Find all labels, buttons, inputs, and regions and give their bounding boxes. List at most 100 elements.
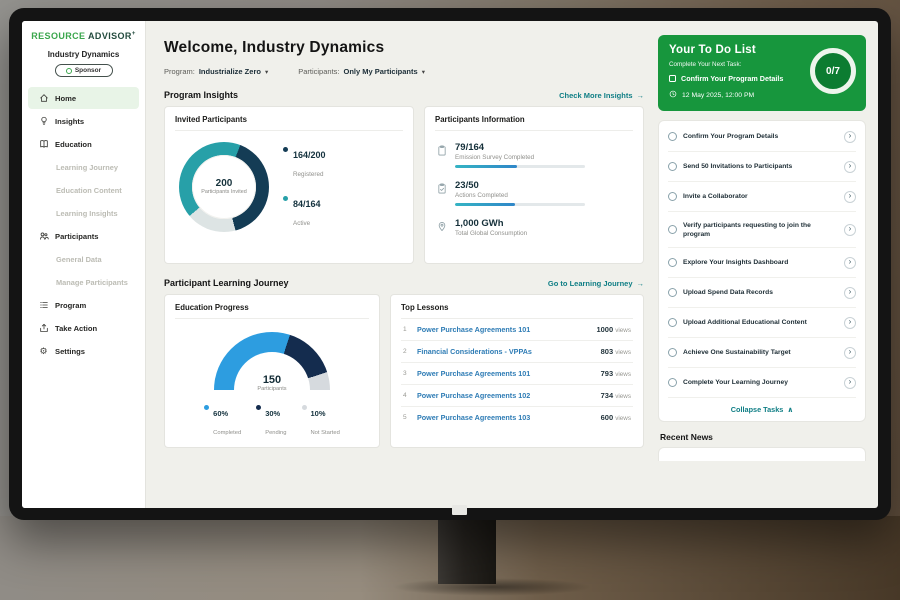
sidebar-item-manage-participants[interactable]: Manage Participants bbox=[28, 271, 139, 293]
task-checkbox[interactable] bbox=[668, 258, 677, 267]
lesson-row[interactable]: 2 Financial Considerations - VPPAs 803 v… bbox=[401, 341, 633, 363]
task-checkbox[interactable] bbox=[668, 348, 677, 357]
chevron-right-icon[interactable]: › bbox=[844, 191, 856, 203]
checkbox-icon[interactable] bbox=[669, 75, 676, 82]
donut-center-value: 200 bbox=[216, 178, 233, 189]
card-title: Top Lessons bbox=[401, 303, 633, 319]
participants-filter-value: Only My Participants bbox=[344, 67, 418, 76]
sidebar-item-take-action[interactable]: Take Action bbox=[28, 317, 139, 339]
lesson-rank: 4 bbox=[403, 392, 410, 399]
actions-completed-row: 23/50 Actions Completed bbox=[437, 180, 631, 206]
sidebar-item-education[interactable]: Education bbox=[28, 133, 139, 155]
sidebar-item-participants[interactable]: Participants bbox=[28, 225, 139, 247]
sidebar-item-education-content[interactable]: Education Content bbox=[28, 179, 139, 201]
sidebar-item-label: Take Action bbox=[55, 324, 97, 333]
task-row[interactable]: Complete Your Learning Journey › bbox=[668, 368, 856, 398]
sidebar-item-general-data[interactable]: General Data bbox=[28, 248, 139, 270]
check-more-insights-link[interactable]: Check More Insights → bbox=[559, 91, 644, 100]
sponsor-icon bbox=[66, 68, 72, 74]
sidebar-item-insights[interactable]: Insights bbox=[28, 110, 139, 132]
chevron-right-icon[interactable]: › bbox=[844, 161, 856, 173]
legend-label: Registered bbox=[293, 171, 323, 178]
task-checkbox[interactable] bbox=[668, 378, 677, 387]
legend-value: 10% bbox=[311, 409, 326, 418]
clock-icon bbox=[669, 90, 677, 100]
task-checkbox[interactable] bbox=[668, 162, 677, 171]
program-filter-value: Industrialize Zero bbox=[199, 67, 261, 76]
learning-journey-title: Participant Learning Journey bbox=[164, 278, 289, 288]
legend-label: Completed bbox=[213, 430, 241, 436]
task-label: Send 50 Invitations to Participants bbox=[683, 162, 838, 171]
task-row[interactable]: Upload Additional Educational Content › bbox=[668, 308, 856, 338]
sidebar-item-home[interactable]: Home bbox=[28, 87, 139, 109]
lesson-link[interactable]: Power Purchase Agreements 101 bbox=[417, 325, 589, 334]
invited-participants-donut: 200 Participants Invited bbox=[179, 142, 269, 232]
sponsor-badge[interactable]: Sponsor bbox=[55, 64, 113, 77]
clipboard-icon bbox=[437, 142, 448, 168]
lesson-link[interactable]: Power Purchase Agreements 101 bbox=[417, 369, 594, 378]
logo-text-secondary: ADVISOR bbox=[88, 31, 132, 41]
gear-icon: ⚙ bbox=[38, 346, 49, 357]
task-row[interactable]: Invite a Collaborator › bbox=[668, 182, 856, 212]
legend-value: 60% bbox=[213, 409, 228, 418]
monitor-stand bbox=[438, 518, 496, 584]
task-checkbox[interactable] bbox=[668, 225, 677, 234]
todo-task-card: Confirm Your Program Details › Send 50 I… bbox=[658, 120, 866, 422]
task-checkbox[interactable] bbox=[668, 192, 677, 201]
lesson-rank: 5 bbox=[403, 414, 410, 421]
collapse-tasks-label: Collapse Tasks bbox=[731, 405, 784, 414]
sidebar-item-label: Participants bbox=[55, 232, 98, 241]
participants-filter[interactable]: Participants: Only My Participants ▾ bbox=[298, 67, 425, 76]
chevron-right-icon[interactable]: › bbox=[844, 287, 856, 299]
sidebar-item-learning-insights[interactable]: Learning Insights bbox=[28, 202, 139, 224]
task-label: Upload Additional Educational Content bbox=[683, 318, 838, 327]
chevron-right-icon[interactable]: › bbox=[844, 377, 856, 389]
lesson-row[interactable]: 4 Power Purchase Agreements 102 734 view… bbox=[401, 385, 633, 407]
lesson-row[interactable]: 1 Power Purchase Agreements 101 1000 vie… bbox=[401, 319, 633, 341]
todo-next-task-label: Confirm Your Program Details bbox=[681, 74, 783, 83]
actions-completed-value: 23/50 bbox=[455, 180, 585, 191]
sidebar-item-program[interactable]: Program bbox=[28, 294, 139, 316]
chevron-right-icon[interactable]: › bbox=[844, 347, 856, 359]
task-checkbox[interactable] bbox=[668, 288, 677, 297]
lesson-views-count: 1000 bbox=[596, 325, 613, 334]
task-row[interactable]: Send 50 Invitations to Participants › bbox=[668, 152, 856, 182]
lesson-row[interactable]: 3 Power Purchase Agreements 101 793 view… bbox=[401, 363, 633, 385]
task-row[interactable]: Achieve One Sustainability Target › bbox=[668, 338, 856, 368]
lesson-views-word: views bbox=[615, 415, 631, 422]
program-insights-header: Program Insights Check More Insights → bbox=[164, 90, 644, 100]
chevron-right-icon[interactable]: › bbox=[844, 317, 856, 329]
go-to-learning-journey-link[interactable]: Go to Learning Journey → bbox=[548, 279, 644, 288]
task-checkbox[interactable] bbox=[668, 318, 677, 327]
lesson-row[interactable]: 5 Power Purchase Agreements 103 600 view… bbox=[401, 407, 633, 428]
learning-cards-row: Education Progress 150 Participants bbox=[164, 294, 644, 448]
todo-next-task[interactable]: Confirm Your Program Details bbox=[669, 74, 804, 83]
task-row[interactable]: Verify participants requesting to join t… bbox=[668, 212, 856, 248]
legend-value: 164/200 bbox=[293, 150, 326, 160]
invited-participants-card: Invited Participants 200 Participants In… bbox=[164, 106, 414, 264]
program-filter[interactable]: Program: Industrialize Zero ▾ bbox=[164, 67, 268, 76]
lesson-link[interactable]: Power Purchase Agreements 103 bbox=[417, 413, 594, 422]
chevron-down-icon: ▾ bbox=[265, 68, 268, 76]
task-row[interactable]: Explore Your Insights Dashboard › bbox=[668, 248, 856, 278]
sidebar-item-learning-journey[interactable]: Learning Journey bbox=[28, 156, 139, 178]
sidebar-item-label: Education bbox=[55, 140, 92, 149]
emission-survey-label: Emission Survey Completed bbox=[455, 154, 585, 161]
donut-legend: 164/200 Registered 84/164 Active bbox=[283, 145, 326, 230]
chevron-right-icon[interactable]: › bbox=[844, 224, 856, 236]
legend-label: Active bbox=[293, 220, 310, 227]
chevron-right-icon[interactable]: › bbox=[844, 131, 856, 143]
card-title: Invited Participants bbox=[175, 115, 403, 131]
collapse-tasks-link[interactable]: Collapse Tasks ∧ bbox=[668, 398, 856, 419]
task-checkbox[interactable] bbox=[668, 132, 677, 141]
lesson-link[interactable]: Power Purchase Agreements 102 bbox=[417, 391, 594, 400]
lesson-link[interactable]: Financial Considerations - VPPAs bbox=[417, 347, 594, 356]
legend-dot bbox=[302, 405, 307, 410]
emission-progress-fill bbox=[455, 165, 517, 168]
task-row[interactable]: Confirm Your Program Details › bbox=[668, 122, 856, 152]
sidebar-item-settings[interactable]: ⚙ Settings bbox=[28, 340, 139, 362]
card-title: Participants Information bbox=[435, 115, 633, 131]
chevron-right-icon[interactable]: › bbox=[844, 257, 856, 269]
task-row[interactable]: Upload Spend Data Records › bbox=[668, 278, 856, 308]
gauge-center: 150 Participants bbox=[214, 374, 330, 392]
